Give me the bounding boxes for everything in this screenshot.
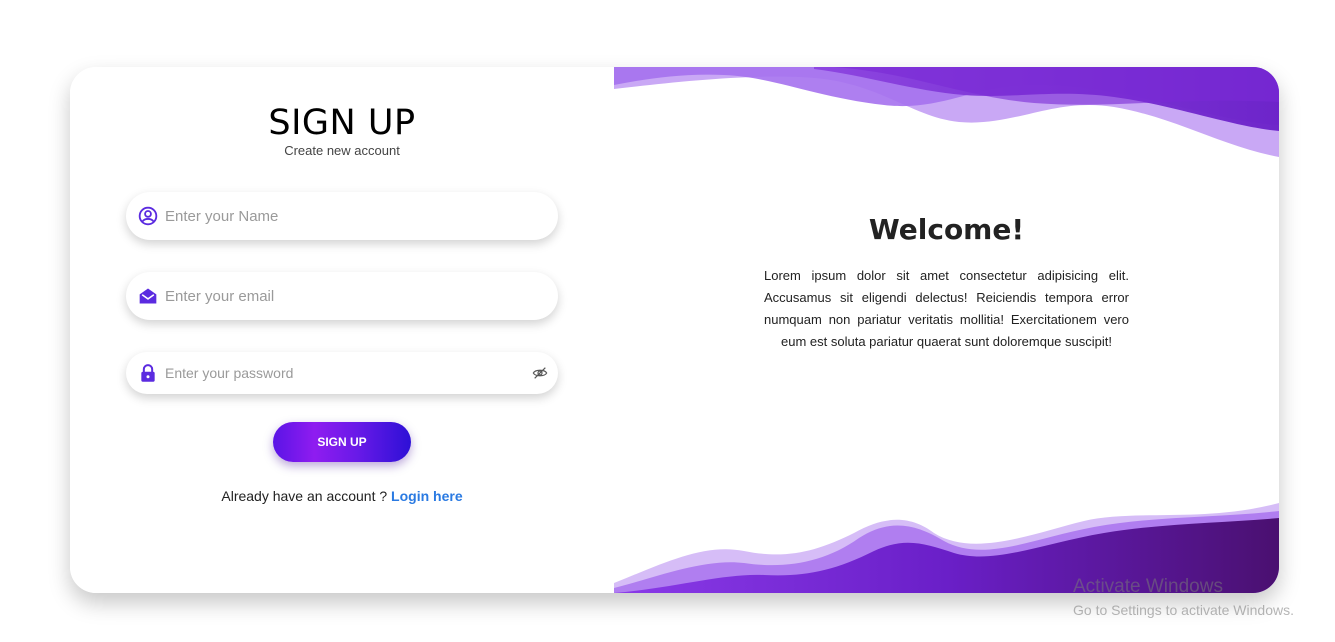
os-activation-title: Activate Windows xyxy=(1073,576,1223,597)
login-prompt-text: Already have an account ? xyxy=(221,488,388,504)
top-wave-decoration xyxy=(614,67,1279,157)
email-field[interactable] xyxy=(126,272,558,320)
welcome-panel: Welcome! Lorem ipsum dolor sit amet cons… xyxy=(614,67,1279,593)
password-field[interactable] xyxy=(126,352,558,394)
page-title: SIGN UP xyxy=(268,103,416,143)
lock-icon xyxy=(141,364,155,382)
user-circle-icon xyxy=(138,206,158,226)
envelope-open-icon xyxy=(139,288,157,304)
password-input[interactable] xyxy=(165,352,515,394)
os-activation-subtitle: Go to Settings to activate Windows. xyxy=(1073,602,1294,618)
email-input[interactable] xyxy=(165,272,515,320)
welcome-body: Lorem ipsum dolor sit amet consectetur a… xyxy=(764,268,1129,349)
form-panel: SIGN UP Create new account Enter your Na… xyxy=(70,67,614,593)
eye-slash-icon[interactable] xyxy=(532,365,548,381)
signup-card: SIGN UP Create new account Enter your Na… xyxy=(70,67,1279,593)
signup-button[interactable]: SIGN UP xyxy=(273,422,411,462)
name-field[interactable] xyxy=(126,192,558,240)
welcome-heading: Welcome! xyxy=(868,213,1025,246)
login-prompt-row: Already have an account ? Login here xyxy=(70,488,614,504)
page-subtitle: Create new account xyxy=(284,143,400,158)
login-link[interactable]: Login here xyxy=(391,488,463,504)
name-input[interactable] xyxy=(165,192,515,240)
page: SIGN UP Create new account Enter your Na… xyxy=(0,0,1335,642)
